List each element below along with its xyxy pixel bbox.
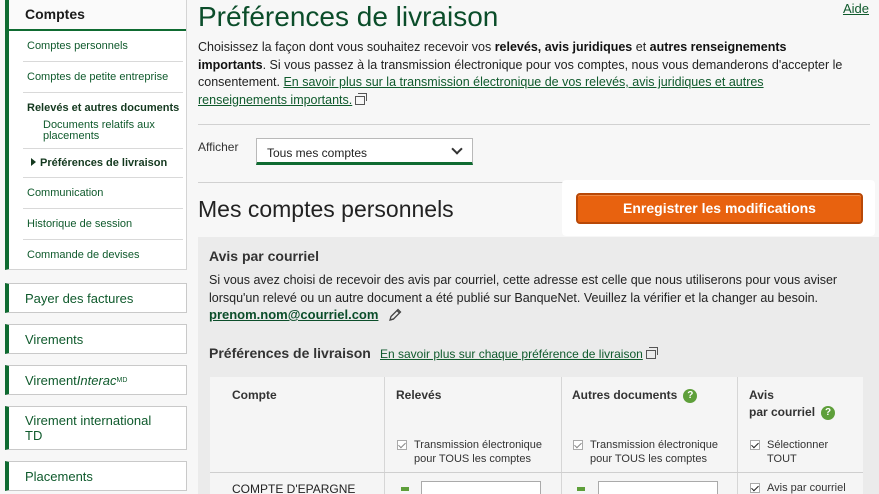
checkbox-label: Sélectionner TOUT xyxy=(767,439,829,465)
row-divider xyxy=(210,472,863,473)
sidebar-item-releves[interactable]: Relevés et autres documents xyxy=(23,93,183,114)
settings-panel: Avis par courriel Si vous avez choisi de… xyxy=(198,237,879,494)
email-notice-title: Avis par courriel xyxy=(209,248,319,264)
intro-text: Choisissez la façon dont vous souhaitez … xyxy=(198,39,843,109)
nav-virement-interac[interactable]: Virement Interac MD xyxy=(5,365,187,395)
nav-payer-factures[interactable]: Payer des factures xyxy=(5,283,187,313)
help-icon[interactable]: ? xyxy=(683,389,698,403)
checkbox[interactable] xyxy=(573,440,583,450)
status-mark xyxy=(577,487,585,491)
checkbox[interactable] xyxy=(750,440,760,450)
learn-more-electronic-link[interactable]: En savoir plus sur la transmission élect… xyxy=(198,75,764,107)
external-window-icon xyxy=(645,347,658,359)
learn-more-preferences-link[interactable]: En savoir plus sur chaque préférence de … xyxy=(380,347,658,361)
nav-label: Virement xyxy=(25,372,77,388)
comptes-subnav: Comptes personnels Comptes de petite ent… xyxy=(23,31,183,270)
header-label: Avis xyxy=(749,388,774,402)
sidebar-item-comptes-petite-entreprise[interactable]: Comptes de petite entreprise xyxy=(23,62,183,93)
interac-brand: Interac xyxy=(76,372,117,388)
external-window-icon xyxy=(355,92,368,105)
sidebar: Comptes Comptes personnels Comptes de pe… xyxy=(0,0,189,494)
comptes-nav-group: Comptes Comptes personnels Comptes de pe… xyxy=(5,0,187,270)
triangle-right-icon xyxy=(31,158,36,166)
intro-bold: relevés, avis juridiques xyxy=(494,40,633,54)
sidebar-item-label: Préférences de livraison xyxy=(40,157,168,169)
releves-all-checkbox-row[interactable]: Transmission électronique pour TOUS les … xyxy=(397,438,557,466)
trademark: MD xyxy=(116,376,128,384)
nav-virement-international[interactable]: Virement international TD xyxy=(5,406,187,450)
sidebar-item-historique[interactable]: Historique de session xyxy=(23,209,183,240)
email-address[interactable]: prenom.nom@courriel.com xyxy=(209,307,378,322)
filter-label: Afficher xyxy=(198,140,239,154)
preferences-table: Compte Relevés Autres documents? Avis par… xyxy=(210,377,863,494)
intro-part: et xyxy=(632,40,650,54)
email-notice-text: Si vous avez choisi de recevoir des avis… xyxy=(209,273,838,305)
help-link[interactable]: Aide xyxy=(843,1,869,16)
pencil-edit-icon[interactable] xyxy=(388,308,402,322)
checkbox[interactable] xyxy=(750,483,760,493)
intro-part: Choisissez la façon dont vous souhaitez … xyxy=(198,40,495,54)
sidebar-item-devises[interactable]: Commande de devises xyxy=(23,240,183,270)
avis-select-all-row[interactable]: Sélectionner TOUT xyxy=(750,438,850,466)
help-icon[interactable]: ? xyxy=(821,406,836,420)
sidebar-item-documents-placements[interactable]: Documents relatifs aux placements xyxy=(23,114,183,149)
checkbox-label: Transmission électronique pour TOUS les … xyxy=(590,439,718,465)
sidebar-item-comptes-personnels[interactable]: Comptes personnels xyxy=(23,31,183,62)
section-title: Mes comptes personnels xyxy=(198,196,454,222)
nav-virements[interactable]: Virements xyxy=(5,324,187,354)
account-name: COMPTE D'EPARGNE xyxy=(232,482,356,494)
link-text: En savoir plus sur chaque préférence de … xyxy=(380,347,643,361)
header-avis: Avis par courriel? xyxy=(749,387,836,421)
checkbox-label: Transmission électronique pour TOUS les … xyxy=(414,439,542,465)
page-title: Préférences de livraison xyxy=(198,1,499,32)
divider xyxy=(198,182,563,183)
chevron-down-icon xyxy=(451,143,463,155)
releves-select[interactable] xyxy=(421,481,541,494)
select-value: Tous mes comptes xyxy=(267,146,368,160)
nav-placements[interactable]: Placements xyxy=(5,461,187,491)
sidebar-item-preferences-livraison[interactable]: Préférences de livraison xyxy=(23,149,183,178)
header-label: par courriel xyxy=(749,405,816,419)
sidebar-item-communication[interactable]: Communication xyxy=(23,178,183,209)
header-label: Autres documents xyxy=(572,388,678,402)
autres-select[interactable] xyxy=(598,481,718,494)
checkbox[interactable] xyxy=(397,440,407,450)
autres-all-checkbox-row[interactable]: Transmission électronique pour TOUS les … xyxy=(573,438,733,466)
row-avis-checkbox-row[interactable]: Avis par courriel xyxy=(750,481,860,494)
checkbox-label: Avis par courriel xyxy=(767,482,846,494)
save-highlight: Enregistrer les modifications xyxy=(562,180,875,236)
save-changes-button[interactable]: Enregistrer les modifications xyxy=(576,193,863,224)
header-autres: Autres documents? xyxy=(572,387,698,404)
header-compte: Compte xyxy=(232,388,277,402)
divider xyxy=(198,124,870,125)
header-releves: Relevés xyxy=(396,388,442,402)
delivery-preferences-title: Préférences de livraison xyxy=(209,345,371,361)
comptes-header[interactable]: Comptes xyxy=(9,0,186,31)
account-filter-select[interactable]: Tous mes comptes xyxy=(256,138,473,165)
status-mark xyxy=(401,487,409,491)
